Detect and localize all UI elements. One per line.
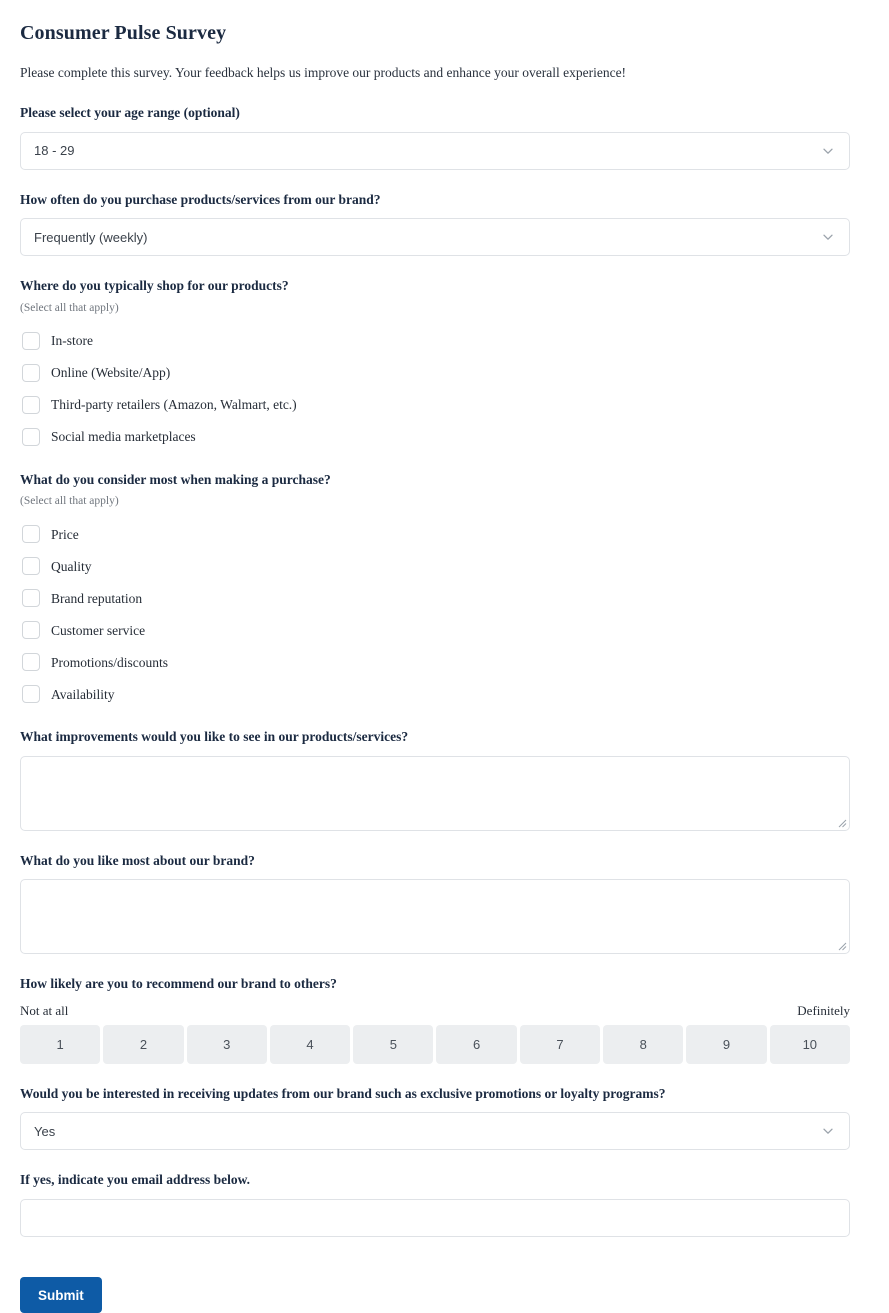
checkbox-row[interactable]: Online (Website/App) <box>20 357 850 389</box>
checkbox-icon[interactable] <box>22 331 40 350</box>
scale-option[interactable]: 5 <box>353 1024 434 1064</box>
purchase-frequency-select[interactable]: Frequently (weekly) <box>20 218 850 257</box>
resize-grip-icon[interactable] <box>836 940 847 951</box>
checkbox-row[interactable]: Availability <box>20 678 850 710</box>
age-range-label: Please select your age range (optional) <box>20 105 240 121</box>
chevron-down-icon <box>822 231 834 243</box>
scale-option[interactable]: 10 <box>769 1024 850 1064</box>
checkbox-row[interactable]: Price <box>20 518 850 550</box>
age-range-value: 18 - 29 <box>34 143 75 159</box>
chevron-down-icon <box>822 145 834 157</box>
resize-grip-icon[interactable] <box>836 817 847 828</box>
checkbox-label: Promotions/discounts <box>51 654 169 670</box>
age-range-select[interactable]: 18 - 29 <box>20 131 850 170</box>
email-field-block: If yes, indicate you email address below… <box>20 1171 850 1238</box>
shop-location-hint: (Select all that apply) <box>20 301 119 314</box>
email-label: If yes, indicate you email address below… <box>20 1172 251 1188</box>
shop-location-options: In-store Online (Website/App) Third-part… <box>20 325 850 453</box>
purchase-frequency-value: Frequently (weekly) <box>34 229 148 245</box>
like-most-field: What do you like most about our brand? <box>20 852 850 955</box>
checkbox-row[interactable]: Social media marketplaces <box>20 421 850 453</box>
checkbox-icon[interactable] <box>22 525 40 544</box>
scale-option[interactable]: 2 <box>103 1024 184 1064</box>
scale-option[interactable]: 8 <box>603 1024 684 1064</box>
scale-high-label: Definitely <box>797 1002 850 1018</box>
checkbox-icon[interactable] <box>22 557 40 576</box>
checkbox-label: Quality <box>51 558 92 574</box>
recommend-scale-label: How likely are you to recommend our bran… <box>20 976 337 992</box>
page-title: Consumer Pulse Survey <box>20 22 227 44</box>
checkbox-label: Third-party retailers (Amazon, Walmart, … <box>51 397 297 413</box>
age-range-field: Please select your age range (optional) … <box>20 104 850 170</box>
checkbox-label: Availability <box>51 686 115 702</box>
improvements-label: What improvements would you like to see … <box>20 729 409 745</box>
checkbox-icon[interactable] <box>22 427 40 446</box>
updates-interest-label: Would you be interested in receiving upd… <box>20 1085 666 1101</box>
checkbox-icon[interactable] <box>22 589 40 608</box>
scale-option[interactable]: 3 <box>186 1024 267 1064</box>
purchase-frequency-label: How often do you purchase products/servi… <box>20 191 381 207</box>
purchase-frequency-field: How often do you purchase products/servi… <box>20 191 850 257</box>
submit-button[interactable]: Submit <box>20 1277 102 1313</box>
purchase-considerations-label: What do you consider most when making a … <box>20 471 331 487</box>
scale-endpoint-labels: Not at all Definitely <box>20 1003 850 1019</box>
checkbox-label: Social media marketplaces <box>51 429 196 445</box>
checkbox-row[interactable]: Quality <box>20 550 850 582</box>
scale-option[interactable]: 7 <box>519 1024 601 1064</box>
updates-interest-value: Yes <box>34 1123 56 1139</box>
scale-low-label: Not at all <box>20 1002 69 1018</box>
like-most-textarea[interactable] <box>20 879 850 955</box>
recommend-scale-field: How likely are you to recommend our bran… <box>20 975 850 1064</box>
checkbox-label: Customer service <box>51 622 146 638</box>
updates-interest-field: Would you be interested in receiving upd… <box>20 1085 850 1151</box>
email-input[interactable] <box>20 1199 850 1238</box>
checkbox-row[interactable]: Promotions/discounts <box>20 646 850 678</box>
checkbox-label: Price <box>51 526 79 542</box>
scale-option[interactable]: 1 <box>20 1024 101 1064</box>
checkbox-label: Brand reputation <box>51 590 143 606</box>
scale-option[interactable]: 9 <box>686 1024 767 1064</box>
purchase-considerations-field: What do you consider most when making a … <box>20 471 850 710</box>
shop-location-label: Where do you typically shop for our prod… <box>20 278 289 294</box>
survey-form: Consumer Pulse Survey Please complete th… <box>0 0 889 1313</box>
scale-option[interactable]: 6 <box>436 1024 517 1064</box>
improvements-textarea[interactable] <box>20 755 850 831</box>
checkbox-row[interactable]: Brand reputation <box>20 582 850 614</box>
scale-option[interactable]: 4 <box>269 1024 351 1064</box>
shop-location-field: Where do you typically shop for our prod… <box>20 277 850 452</box>
checkbox-row[interactable]: Third-party retailers (Amazon, Walmart, … <box>20 389 850 421</box>
updates-interest-select[interactable]: Yes <box>20 1112 850 1151</box>
checkbox-icon[interactable] <box>22 363 40 382</box>
checkbox-icon[interactable] <box>22 653 40 672</box>
chevron-down-icon <box>822 1125 834 1137</box>
purchase-considerations-hint: (Select all that apply) <box>20 495 119 508</box>
checkbox-icon[interactable] <box>22 621 40 640</box>
checkbox-icon[interactable] <box>22 685 40 704</box>
recommend-scale-options: 1 2 3 4 5 6 7 8 9 10 <box>20 1024 850 1064</box>
improvements-field: What improvements would you like to see … <box>20 728 850 831</box>
checkbox-label: In-store <box>51 333 93 349</box>
checkbox-label: Online (Website/App) <box>51 365 171 381</box>
like-most-label: What do you like most about our brand? <box>20 852 255 868</box>
checkbox-row[interactable]: In-store <box>20 325 850 357</box>
checkbox-row[interactable]: Customer service <box>20 614 850 646</box>
purchase-considerations-options: Price Quality Brand reputation Customer … <box>20 518 850 710</box>
checkbox-icon[interactable] <box>22 395 40 414</box>
survey-intro-text: Please complete this survey. Your feedba… <box>20 65 627 80</box>
